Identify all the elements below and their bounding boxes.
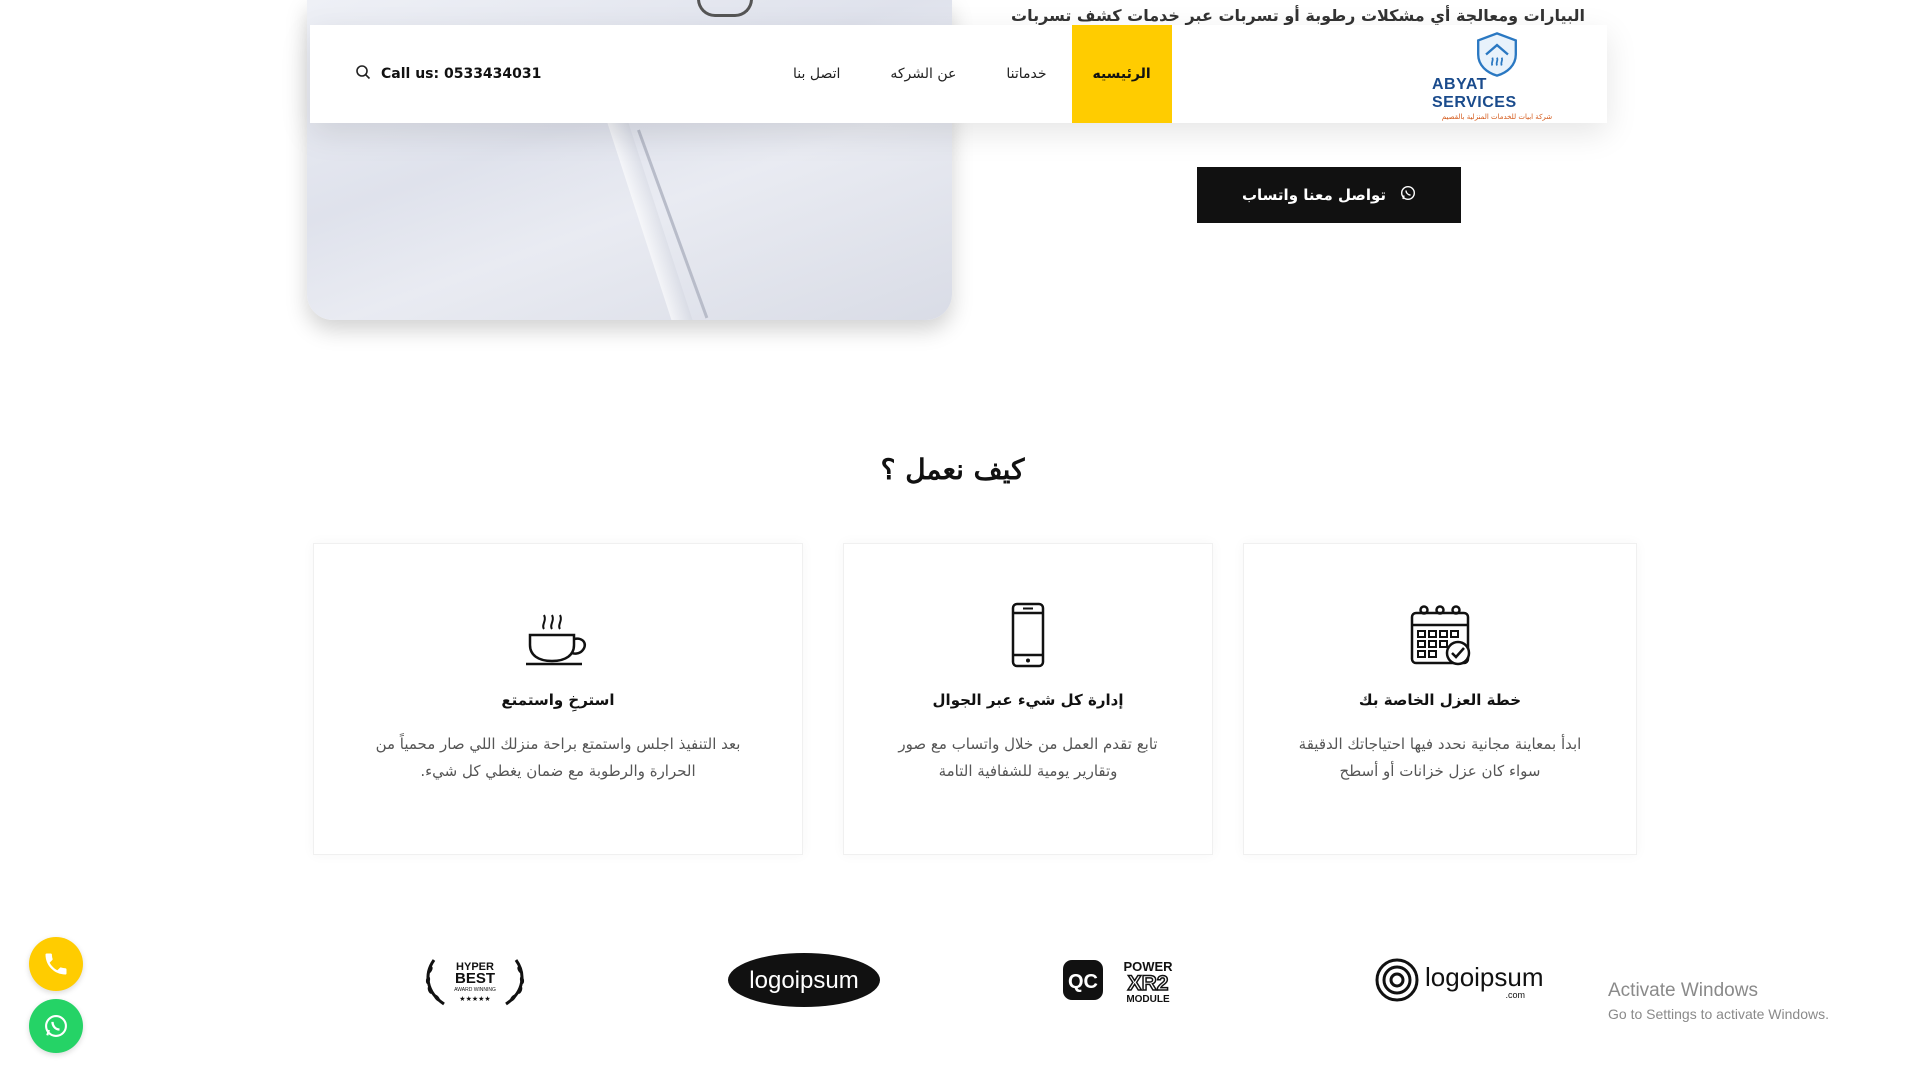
- windows-activation-watermark: Activate Windows Go to Settings to activ…: [1608, 980, 1829, 1022]
- card-description-line: بعد التنفيذ اجلس واستمتع براحة منزلك الل…: [375, 735, 741, 753]
- brand-logo-power-xr2: QC POWER XR2 MODULE: [1061, 950, 1186, 1010]
- nav-contact[interactable]: اتصل بنا: [768, 25, 865, 123]
- whatsapp-button-label[interactable]: تواصل معنا واتساب: [1242, 186, 1386, 204]
- site-logo[interactable]: ABYAT SERVICES شركة ابيات للخدمات المنزل…: [1432, 31, 1562, 121]
- card-description: ابدأ بمعاينة مجانية نحدد فيها احتياجاتك …: [1269, 731, 1612, 785]
- call-us-label[interactable]: Call us: 0533434031: [381, 66, 541, 82]
- activate-subtitle: Go to Settings to activate Windows.: [1608, 1006, 1829, 1022]
- brand-power-bot: MODULE: [1126, 994, 1170, 1005]
- mobile-phone-icon: [994, 601, 1062, 669]
- brand-award-stars: ★★★★★: [459, 995, 490, 1003]
- coffee-cup-icon: [524, 601, 592, 669]
- navbar: Call us: 0533434031 الرئيسيه خدماتنا عن …: [310, 25, 1607, 123]
- whatsapp-icon: [1400, 185, 1416, 205]
- logo-text: ABYAT SERVICES: [1432, 76, 1517, 111]
- shield-house-icon: [1477, 32, 1517, 77]
- card-mobile-management: إدارة كل شيء عبر الجوال تابع تقدم العمل …: [843, 543, 1213, 855]
- brand-logo-logoipsum-spiral: logoipsum .com: [1375, 950, 1545, 1010]
- nav-about[interactable]: عن الشركه: [865, 25, 981, 123]
- floating-call-button[interactable]: [29, 937, 83, 991]
- card-title: خطة العزل الخاصة بك: [1358, 691, 1522, 709]
- card-insulation-plan: خطة العزل الخاصة بك ابدأ بمعاينة مجانية …: [1243, 543, 1637, 855]
- brand-power-mid: XR2: [1128, 972, 1169, 995]
- card-description: تابع تقدم العمل من خلال واتساب مع صور وت…: [868, 731, 1187, 785]
- hero-text: البيارات ومعالجة أي مشكلات رطوبة أو تسرب…: [1011, 6, 1585, 25]
- whatsapp-contact-button[interactable]: تواصل معنا واتساب: [1197, 167, 1461, 223]
- calendar-icon: [1406, 601, 1474, 669]
- card-description-line: الحرارة والرطوبة مع ضمان يغطي كل شيء.: [420, 762, 696, 780]
- brand-logo-hyper-best: HYPER BEST AWARD WINNING ★★★★★: [420, 950, 530, 1010]
- call-us[interactable]: Call us: 0533434031: [355, 25, 541, 123]
- floating-whatsapp-button[interactable]: [29, 999, 83, 1053]
- whatsapp-icon: [45, 1015, 67, 1037]
- nav-services[interactable]: خدماتنا: [981, 25, 1071, 123]
- logo-subtitle: شركة ابيات للخدمات المنزلية بالقصيم: [1441, 113, 1553, 121]
- card-relax-enjoy: استرخِ واستمتع بعد التنفيذ اجلس واستمتع …: [313, 543, 803, 855]
- brand-logo-logoipsum-oval: logoipsum: [726, 950, 882, 1010]
- card-title: استرخِ واستمتع: [501, 691, 615, 709]
- brand-award-line3: AWARD WINNING: [454, 987, 496, 993]
- card-title: إدارة كل شيء عبر الجوال: [932, 691, 1124, 709]
- card-description-line: ابدأ بمعاينة مجانية نحدد فيها احتياجاتك …: [1298, 735, 1582, 753]
- brand-qc-badge: QC: [1068, 971, 1098, 993]
- brand-award-line2: BEST: [455, 970, 495, 987]
- nav-home[interactable]: الرئيسيه: [1071, 25, 1172, 123]
- brand-oval-text: logoipsum: [749, 967, 858, 994]
- card-description-line: وتقارير يومية للشفافية التامة: [938, 762, 1118, 780]
- section-title: كيف نعمل ؟: [880, 453, 1025, 486]
- nav-links: الرئيسيه خدماتنا عن الشركه اتصل بنا: [768, 25, 1172, 123]
- card-description: بعد التنفيذ اجلس واستمتع براحة منزلك الل…: [346, 731, 771, 785]
- laurel-icon: HYPER BEST AWARD WINNING ★★★★★: [425, 959, 525, 1006]
- activate-title: Activate Windows: [1608, 980, 1758, 1001]
- brand-spiral-text: logoipsum: [1425, 962, 1544, 992]
- card-description-line: تابع تقدم العمل من خلال واتساب مع صور: [898, 735, 1158, 753]
- brand-spiral-sub: .com: [1505, 990, 1525, 1000]
- search-icon[interactable]: [355, 64, 371, 84]
- partner-logos: HYPER BEST AWARD WINNING ★★★★★ logoipsum…: [310, 950, 1607, 1010]
- phone-icon: [45, 953, 67, 975]
- card-description-line: سواء كان عزل خزانات أو أسطح: [1339, 762, 1541, 780]
